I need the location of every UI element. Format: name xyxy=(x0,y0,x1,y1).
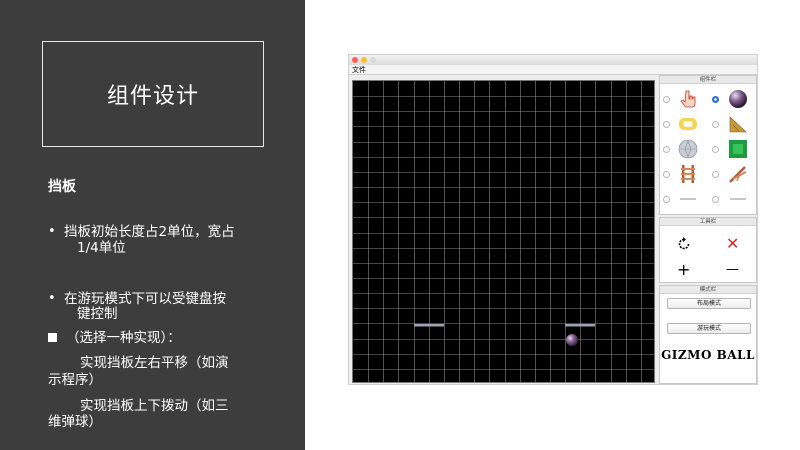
components-panel: 组件栏 xyxy=(659,75,757,215)
left-paddle-icon[interactable] xyxy=(678,189,698,209)
section-heading: 挡板 xyxy=(48,179,76,195)
ball[interactable] xyxy=(566,334,578,346)
bullet-2-line-2: 键控制 xyxy=(77,306,118,322)
radio-diamond[interactable] xyxy=(663,146,670,153)
menu-bar: 文件 xyxy=(349,65,757,75)
right-paddle[interactable] xyxy=(565,324,595,327)
right-paddle-icon[interactable] xyxy=(728,189,748,209)
radio-left-paddle[interactable] xyxy=(663,196,670,203)
slide-title: 组件设计 xyxy=(106,84,199,109)
radio-triangle[interactable] xyxy=(712,121,719,128)
delete-button[interactable]: ✕ xyxy=(726,236,739,252)
menu-file[interactable]: 文件 xyxy=(352,65,366,75)
radio-square[interactable] xyxy=(712,146,719,153)
hand-pointer-icon[interactable] xyxy=(678,89,698,109)
components-panel-title: 组件栏 xyxy=(660,76,756,84)
bullet-dot: • xyxy=(48,291,56,306)
option-1-line-2: 示程序） xyxy=(48,372,102,388)
minimize-window-icon[interactable] xyxy=(361,57,367,63)
slide-title-box: 组件设计 xyxy=(42,41,264,147)
radio-absorber[interactable] xyxy=(663,121,670,128)
bullet-dot: • xyxy=(48,224,56,239)
option-1-line-1: 实现挡板左右平移（如演 xyxy=(80,355,229,371)
zoom-out-button[interactable]: — xyxy=(726,262,739,278)
gizmo-ball-logo: GIZMO BALL xyxy=(661,348,755,362)
radio-hand[interactable] xyxy=(663,96,670,103)
bullet-1-line-2: 1/4单位 xyxy=(77,240,126,256)
zoom-window-icon[interactable] xyxy=(370,57,376,63)
left-paddle[interactable] xyxy=(414,324,444,327)
rotate-icon[interactable] xyxy=(676,236,692,252)
bullet-1-line-1: 挡板初始长度占2单位，宽占 xyxy=(64,224,235,240)
option-2-line-2: 维弹球） xyxy=(48,414,102,430)
side-panels: 组件栏 工具栏 ✕ + — 模式栏 布局模式 游玩模式 GIZMO BALL xyxy=(659,75,757,384)
green-square-icon[interactable] xyxy=(728,139,748,159)
ball-icon[interactable] xyxy=(728,89,748,109)
curved-track-icon[interactable] xyxy=(728,164,748,184)
zoom-in-button[interactable]: + xyxy=(677,262,690,278)
radio-track[interactable] xyxy=(663,171,670,178)
mode-panel: 模式栏 布局模式 游玩模式 GIZMO BALL xyxy=(659,285,757,384)
option-2-line-1: 实现挡板上下拨动（如三 xyxy=(80,398,229,414)
close-window-icon[interactable] xyxy=(352,57,358,63)
triangle-icon[interactable] xyxy=(728,114,748,134)
radio-ball[interactable] xyxy=(712,96,719,103)
window-titlebar xyxy=(349,55,757,65)
game-board[interactable] xyxy=(352,80,655,383)
track-icon[interactable] xyxy=(678,164,698,184)
absorber-ring-icon[interactable] xyxy=(678,114,698,134)
square-bullet-icon xyxy=(48,333,57,342)
square-bullet-text: （选择一种实现）： xyxy=(66,330,181,346)
board-grid xyxy=(353,81,654,382)
radio-right-paddle[interactable] xyxy=(712,196,719,203)
tools-panel-title: 工具栏 xyxy=(660,218,756,226)
diamond-circle-icon[interactable] xyxy=(678,139,698,159)
gizmo-ball-window: 文件 组件栏 工具栏 ✕ + — 模式栏 布局模式 游玩模式 GIZMO BAL… xyxy=(348,54,758,385)
radio-curved-track[interactable] xyxy=(712,171,719,178)
tools-panel: 工具栏 ✕ + — xyxy=(659,217,757,283)
layout-mode-button[interactable]: 布局模式 xyxy=(667,298,751,309)
mode-panel-title: 模式栏 xyxy=(660,286,756,294)
play-mode-button[interactable]: 游玩模式 xyxy=(667,323,751,334)
slide-text-panel: 组件设计 挡板 • 挡板初始长度占2单位，宽占 1/4单位 • 在游玩模式下可以… xyxy=(0,0,305,450)
